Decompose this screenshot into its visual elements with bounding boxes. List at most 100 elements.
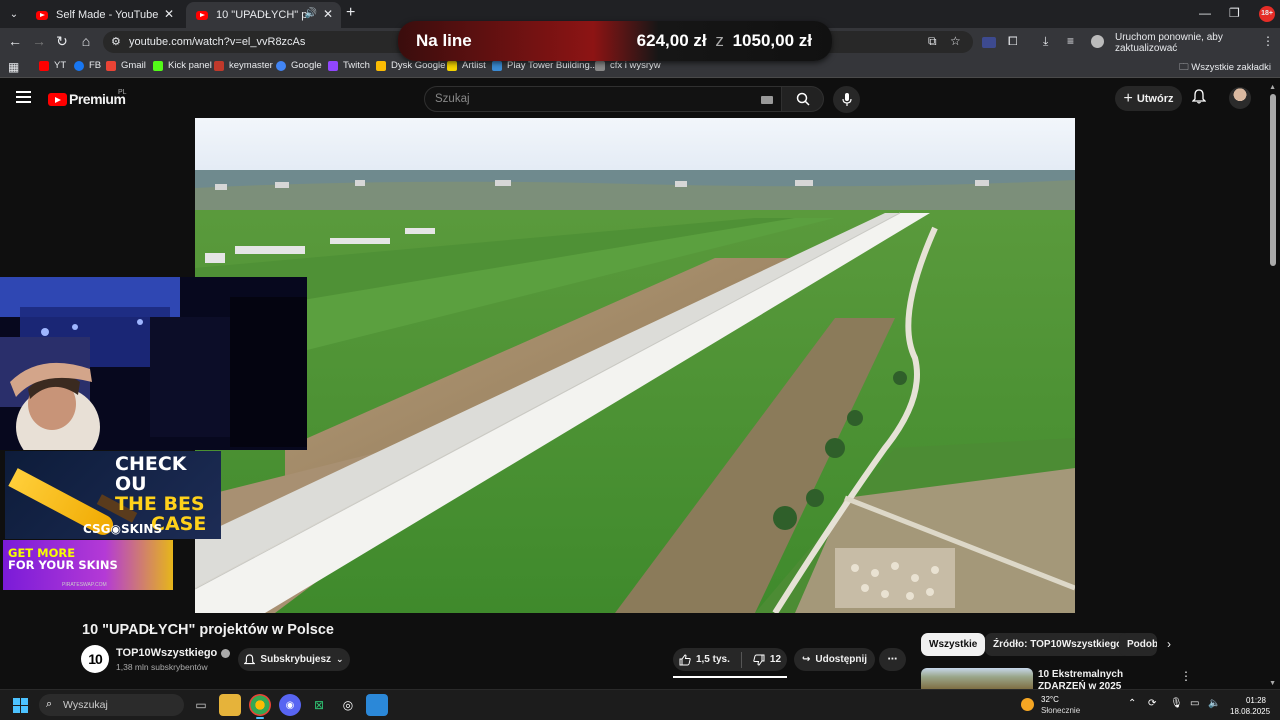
thumbs-down-icon (753, 654, 765, 666)
new-tab-button[interactable]: + (346, 5, 355, 21)
chip-source-channel[interactable]: Źródło: TOP10Wszystkiego (985, 633, 1131, 656)
hamburger-menu-icon[interactable] (16, 91, 31, 103)
bookmark-keymaster[interactable]: keymaster (214, 60, 273, 71)
forward-icon[interactable]: → (30, 33, 48, 49)
task-view-icon[interactable]: ▭ (190, 694, 212, 716)
tab-self-made[interactable]: Self Made - YouTube ✕ (26, 2, 182, 28)
taskbar-search[interactable]: ⌕ Wyszukaj (39, 694, 184, 716)
verified-check-icon (221, 648, 231, 658)
like-button[interactable]: 1,5 tys. (679, 653, 730, 666)
page-scrollbar[interactable] (1270, 94, 1276, 266)
extensions-puzzle-icon[interactable]: ⧠ (1008, 34, 1018, 49)
volume-icon[interactable]: 🔈 (1208, 698, 1220, 709)
subscribed-button[interactable]: Subskrybujesz ⌄ (238, 648, 350, 671)
bookmark-gmail[interactable]: Gmail (106, 60, 146, 71)
youtube-brand[interactable]: Premium (69, 91, 126, 107)
share-label: Udostępnij (815, 654, 868, 665)
obs-icon[interactable]: ◎ (337, 694, 359, 716)
ad-line-2: FOR YOUR SKINS (8, 558, 118, 572)
voice-search-button[interactable] (833, 86, 860, 113)
search-button[interactable] (782, 86, 824, 112)
bookmark-drive[interactable]: Dysk Google (376, 60, 445, 71)
restore-icon[interactable]: ❐ (1229, 6, 1240, 20)
sync-icon[interactable]: ⟳ (1148, 698, 1156, 709)
back-icon[interactable]: ← (6, 33, 24, 49)
windows-taskbar: ⌕ Wyszukaj ▭ ◉ ⊠ ◎ 32°C Słonecznie ⌃ ⟳ 🎙… (0, 689, 1280, 720)
chip-all[interactable]: Wszystkie (921, 633, 986, 656)
windows-start-icon[interactable] (13, 698, 28, 713)
tab-search-icon[interactable]: ⌄ (5, 5, 23, 23)
create-button[interactable]: + Utwórz (1115, 86, 1182, 111)
youtube-header: Premium PL Szukaj + Utwórz (0, 79, 1280, 117)
bookmark-label: Gmail (121, 60, 146, 71)
display-icon[interactable]: ▭ (1190, 698, 1199, 709)
update-button[interactable]: Uruchom ponownie, aby zaktualizować (1115, 32, 1280, 54)
scroll-up-arrow-icon[interactable]: ▲ (1269, 84, 1276, 91)
reload-icon[interactable]: ↻ (53, 33, 71, 50)
media-control-icon[interactable]: ≡ (1067, 34, 1074, 48)
share-button[interactable]: ↪ Udostępnij (794, 648, 875, 671)
site-info-icon[interactable]: ⚙ (111, 35, 121, 48)
bookmark-twitch[interactable]: Twitch (328, 60, 370, 71)
donation-goal-overlay: Na line 624,00 zł z 1050,00 zł (398, 21, 832, 61)
all-bookmarks[interactable]: 🗀 Wszystkie zakładki (1179, 60, 1271, 76)
more-actions-button[interactable]: ⋯ (879, 648, 906, 671)
close-tab-icon[interactable]: ✕ (323, 7, 333, 21)
audio-playing-icon[interactable]: 🔊 (305, 8, 317, 19)
close-tab-icon[interactable]: ✕ (164, 7, 174, 21)
tab-label: Self Made - YouTube (56, 9, 159, 21)
microphone-icon[interactable]: 🎙 (1170, 698, 1183, 709)
youtube-logo-icon[interactable] (48, 93, 67, 106)
subscriber-count: 1,38 mln subskrybentów (116, 662, 208, 672)
xbox-icon[interactable]: ⊠ (308, 694, 330, 716)
photos-icon[interactable] (366, 694, 388, 716)
more-vertical-icon[interactable]: ⋮ (1180, 669, 1192, 683)
recommended-video-thumbnail[interactable] (921, 668, 1033, 690)
goal-progress: 624,00 zł z 1050,00 zł (637, 31, 812, 51)
bookmark-kick-panel[interactable]: Kick panel (153, 60, 212, 71)
chevron-right-icon[interactable]: › (1167, 637, 1171, 651)
bookmark-yt[interactable]: YT (39, 60, 66, 71)
chrome-icon[interactable] (249, 694, 271, 719)
bookmark-cfx[interactable]: cfx i wysryw (595, 60, 661, 71)
create-label: Utwórz (1136, 92, 1174, 105)
game-icon (492, 60, 502, 71)
install-app-icon[interactable]: ⧉ (928, 34, 937, 49)
region-code: PL (118, 89, 127, 96)
notifications-bell-icon[interactable] (1191, 89, 1207, 107)
bookmark-artlist[interactable]: Artlist (447, 60, 486, 71)
apps-grid-icon[interactable]: ▦ (8, 60, 19, 74)
video-player[interactable] (195, 118, 1075, 613)
bookmark-google[interactable]: Google (276, 60, 322, 71)
chip-related[interactable]: Podobne (1119, 633, 1157, 656)
bookmark-fb[interactable]: FB (74, 60, 101, 71)
system-clock[interactable]: 01:28 18.08.2025 (1230, 695, 1270, 717)
share-arrow-icon: ↪ (801, 654, 811, 665)
scroll-down-arrow-icon[interactable]: ▼ (1269, 680, 1276, 687)
taskbar-search-label: Wyszukaj (63, 699, 108, 711)
account-avatar[interactable] (1229, 87, 1251, 109)
extension-icon[interactable] (982, 37, 996, 48)
home-icon[interactable]: ⌂ (77, 33, 95, 49)
bookmark-star-icon[interactable]: ☆ (950, 34, 961, 48)
weather-sun-icon[interactable] (1021, 698, 1034, 711)
youtube-icon (39, 60, 49, 71)
profile-avatar[interactable] (1091, 35, 1104, 48)
file-explorer-icon[interactable] (219, 694, 241, 716)
tab-label: 10 "UPADŁYCH" projektów (216, 9, 312, 21)
channel-name[interactable]: TOP10Wszystkiego (116, 647, 231, 659)
menu-kebab-icon[interactable]: ⋮ (1262, 34, 1274, 48)
download-icon[interactable]: ⤓ (1043, 34, 1048, 49)
keyboard-icon[interactable] (761, 96, 773, 104)
dislike-button[interactable]: 12 (753, 654, 781, 666)
discord-icon[interactable]: ◉ (279, 694, 301, 716)
facebook-icon (74, 60, 84, 71)
bookmark-play-tower[interactable]: Play Tower Building... (492, 60, 598, 71)
search-input[interactable]: Szukaj (424, 86, 782, 112)
tray-chevron-up-icon[interactable]: ⌃ (1128, 698, 1136, 709)
tab-upadlych[interactable]: 10 "UPADŁYCH" projektów 🔊 ✕ (186, 2, 341, 28)
channel-avatar[interactable]: 10 (81, 645, 109, 673)
goal-target: 1050,00 zł (732, 31, 812, 50)
csgoskins-ad-banner[interactable]: CHECK OU THE BES CASE CSG◉SKINS (5, 451, 221, 539)
minimize-icon[interactable]: — (1199, 6, 1211, 20)
